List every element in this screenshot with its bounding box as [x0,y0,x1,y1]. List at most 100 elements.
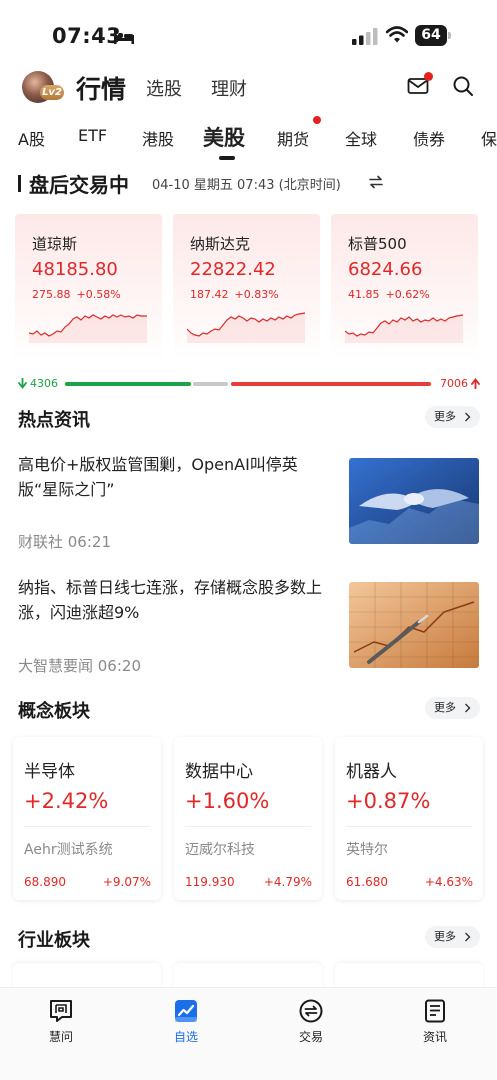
index-name: 标普500 [348,235,407,253]
tab-us-stocks[interactable]: 美股 [203,122,245,152]
index-change: 275.88 +0.58% [32,288,127,301]
search-icon[interactable] [452,75,474,97]
divider [24,826,150,827]
leading-stock-price: 68.890 [24,875,66,889]
concept-pct: +2.42% [24,789,109,813]
status-bar: 07:43 64 [0,0,497,64]
index-card-sp500[interactable]: 标普500 6824.66 41.85 +0.62% [331,214,478,360]
news-document-icon [425,999,445,1023]
nav-label: 自选 [173,1030,198,1044]
index-name: 纳斯达克 [190,235,251,253]
concept-card-data-center[interactable]: 数据中心 +1.60% 迈威尔科技 119.930 +4.79% [174,737,322,900]
concept-pct: +1.60% [185,789,270,813]
tab-global[interactable]: 全球 [345,126,377,150]
index-sparkline [187,312,305,343]
hot-news-more-button[interactable]: 更多 [425,406,480,428]
industry-title: 行业板块 [18,930,90,951]
nav-label: 慧问 [48,1030,73,1044]
battery-level: 64 [415,25,447,46]
market-tabs: A股 ETF 港股 美股 期货 全球 债券 保 [0,116,497,162]
nav-watchlist[interactable]: 自选 [156,998,216,1048]
more-label: 更多 [434,701,456,714]
index-value: 22822.42 [190,259,276,280]
tab-insurance[interactable]: 保 [481,126,497,150]
concept-name: 半导体 [24,762,75,782]
bottom-nav: 慧问 自选 交易 资讯 [0,987,497,1080]
nav-news[interactable]: 资讯 [405,998,465,1048]
more-label: 更多 [434,410,456,423]
tab-hk-stocks[interactable]: 港股 [142,126,174,150]
index-change-pct: +0.83% [234,288,279,301]
nav-ask[interactable]: 慧问 [31,998,91,1048]
index-value: 6824.66 [348,259,423,280]
advancers-count: 7006 [440,377,468,390]
concept-name: 机器人 [346,762,397,782]
session-marker [18,175,21,192]
battery-indicator: 64 [415,25,451,46]
up-arrow-icon [471,378,480,389]
concept-card-semiconductor[interactable]: 半导体 +2.42% Aehr测试系统 68.890 +9.07% [13,737,161,900]
tab-stock-picker[interactable]: 选股 [146,75,182,101]
divider [346,826,472,827]
nav-trade[interactable]: 交易 [281,998,341,1048]
session-datetime: 04-10 星期五 07:43 (北京时间) [152,178,341,193]
tab-futures[interactable]: 期货 [277,126,309,150]
chart-pen-image-icon [349,582,479,668]
unchanged-bar [193,382,228,386]
index-card-nasdaq[interactable]: 纳斯达克 22822.42 187.42 +0.83% [173,214,320,360]
leading-stock-change: +4.79% [263,875,312,889]
concepts-more-button[interactable]: 更多 [425,697,480,719]
concept-card-robotics[interactable]: 机器人 +0.87% 英特尔 61.680 +4.63% [335,737,483,900]
decliners-bar [65,382,191,386]
status-time: 07:43 [52,24,122,48]
market-breadth[interactable]: 4306 7006 [0,374,497,394]
divider [185,826,311,827]
news-item-title[interactable]: 纳指、标普日线七连涨，存储概念股多数上涨，闪迪涨超9% [18,575,336,625]
index-sparkline [29,314,147,343]
index-change-points: 275.88 [32,288,71,301]
tab-a-shares[interactable]: A股 [18,126,45,150]
nav-label: 资讯 [422,1030,447,1044]
decliners-count: 4306 [30,377,58,390]
app-header: Lv2 行情 选股 理财 [0,64,497,110]
tab-etf[interactable]: ETF [78,126,107,145]
concepts-title: 概念板块 [18,701,90,722]
tab-wealth[interactable]: 理财 [211,75,247,101]
nav-label: 交易 [298,1030,323,1044]
down-arrow-icon [18,378,27,389]
news-thumbnail-handshake[interactable] [349,458,479,544]
sleep-focus-icon [114,30,134,44]
session-status: 盘后交易中 [29,173,129,197]
swap-timezone-icon[interactable] [368,175,384,189]
index-change-points: 187.42 [190,288,229,301]
index-change: 187.42 +0.83% [190,288,285,301]
index-value: 48185.80 [32,259,118,280]
news-item-source: 财联社 06:21 [18,533,111,551]
wifi-icon [386,26,408,43]
concept-name: 数据中心 [185,762,253,782]
page-title[interactable]: 行情 [76,70,126,106]
chevron-right-icon [465,932,471,942]
index-change-points: 41.85 [348,288,380,301]
concept-pct: +0.87% [346,789,431,813]
leading-stock-price: 61.680 [346,875,388,889]
watchlist-chart-icon [175,1000,197,1022]
chevron-right-icon [465,703,471,713]
news-thumbnail-chart-pen[interactable] [349,582,479,668]
leading-stock-name: 英特尔 [346,842,388,858]
leading-stock-name: Aehr测试系统 [24,842,113,858]
index-change: 41.85 +0.62% [348,288,436,301]
index-name: 道琼斯 [32,235,78,253]
handshake-image-icon [349,458,479,544]
index-sparkline [345,314,463,343]
index-card-dow[interactable]: 道琼斯 48185.80 275.88 +0.58% [15,214,162,360]
industry-more-button[interactable]: 更多 [425,926,480,948]
leading-stock-change: +9.07% [102,875,151,889]
more-label: 更多 [434,930,456,943]
tab-bonds[interactable]: 债券 [413,126,445,150]
trade-exchange-icon [299,999,323,1023]
active-tab-indicator [219,156,235,160]
index-change-pct: +0.58% [76,288,121,301]
news-item-title[interactable]: 高电价+版权监管围剿，OpenAI叫停英版“星际之门” [18,452,336,502]
index-change-pct: +0.62% [385,288,430,301]
